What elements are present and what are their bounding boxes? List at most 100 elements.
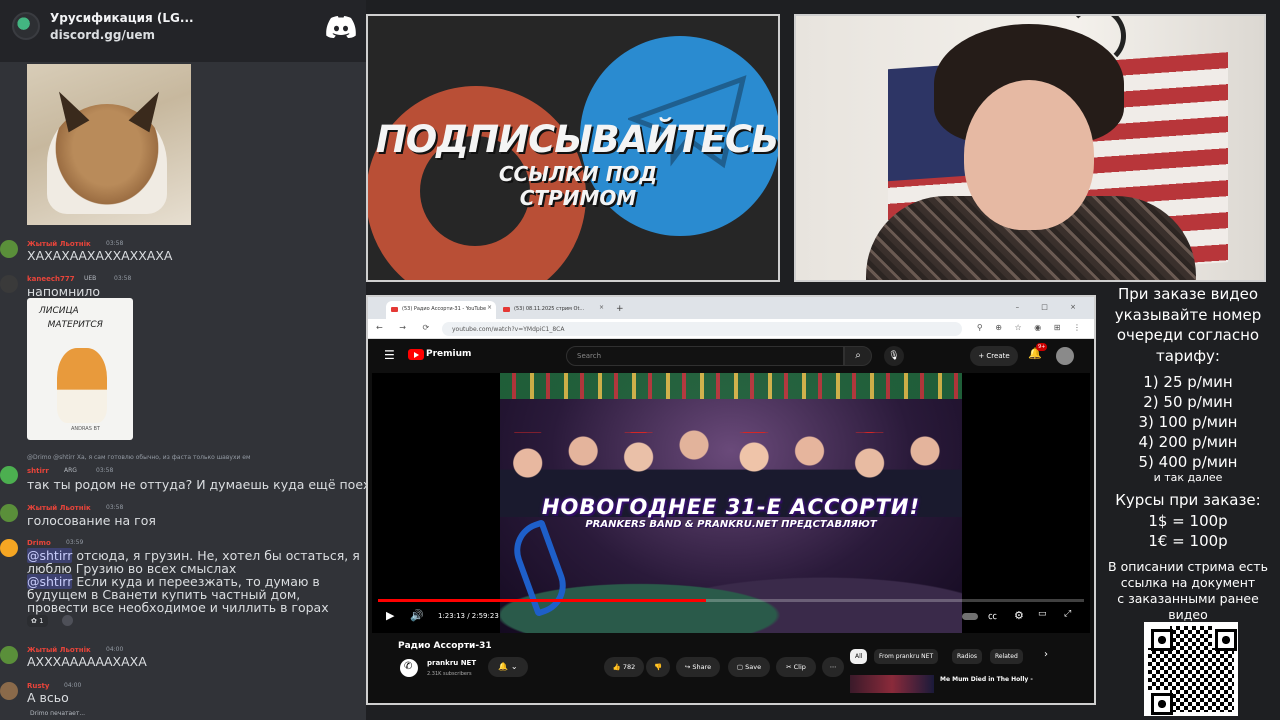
- webcam-feed: [794, 14, 1266, 282]
- reaction[interactable]: ✿ 1: [27, 615, 48, 627]
- autoplay-toggle[interactable]: [962, 613, 978, 620]
- youtube-header: ☰ Premium Search ⌕ 🎙 + Create 🔔 9+: [368, 339, 1094, 373]
- streamer-face: [964, 80, 1094, 230]
- dislike-button[interactable]: 👎: [646, 657, 670, 677]
- tier-item: 1) 25 р/мин: [1143, 373, 1233, 391]
- video-frame: НОВОГОДНЕЕ 31-Е АССОРТИ! PRANKERS BAND &…: [500, 373, 962, 633]
- discord-logo-icon: [326, 16, 356, 38]
- chip-from-channel[interactable]: From prankru NET: [874, 649, 939, 664]
- url-field[interactable]: youtube.com/watch?v=YMdpiC1_8CA: [442, 322, 962, 336]
- garland-decoration: [500, 373, 962, 399]
- close-tab-icon[interactable]: ×: [487, 304, 492, 311]
- subscribe-banner: ПОДПИСЫВАЙТЕСЬ ССЫЛКИ ПОД СТРИМОМ: [366, 14, 780, 282]
- username[interactable]: Жытый Льотнік: [27, 240, 91, 248]
- tier-item: 4) 200 р/мин: [1138, 433, 1238, 451]
- headset-icon: [1066, 16, 1126, 66]
- play-icon[interactable]: ▶: [386, 609, 394, 622]
- settings-gear-icon[interactable]: ⚙: [1014, 609, 1024, 622]
- channel-avatar[interactable]: [400, 659, 418, 677]
- close-tab-icon[interactable]: ×: [599, 304, 604, 311]
- username[interactable]: Жытый Льотнік: [27, 646, 91, 654]
- like-button[interactable]: 👍 782: [604, 657, 644, 677]
- add-reaction-icon[interactable]: [62, 615, 73, 626]
- tab-bar: (53) Радио Ассорти-31 - YouTube × (53) 0…: [368, 297, 1094, 319]
- save-icon: ▢: [736, 663, 746, 671]
- message-text: АХХХААААААХАХА: [27, 654, 147, 669]
- clan-badge: UEB: [84, 275, 97, 282]
- hamburger-menu-icon[interactable]: ☰: [384, 348, 395, 362]
- chip-radios[interactable]: Radios: [952, 649, 982, 664]
- reply-preview[interactable]: @Drimo @shtirr Ха, я сам готовлю обычно,…: [27, 454, 251, 461]
- chip-related[interactable]: Related: [990, 649, 1023, 664]
- notification-count: 9+: [1036, 343, 1048, 351]
- reaction-emoji-icon: ✿: [31, 617, 40, 625]
- video-player[interactable]: НОВОГОДНЕЕ 31-Е АССОРТИ! PRANKERS BAND &…: [372, 373, 1090, 633]
- timestamp: 04:00: [106, 646, 124, 653]
- clan-badge: ARG: [64, 467, 77, 474]
- account-avatar[interactable]: [1056, 347, 1074, 365]
- username[interactable]: Rusty: [27, 682, 49, 690]
- bell-icon: 🔔: [498, 662, 509, 671]
- tab-youtube-video[interactable]: (53) Радио Ассорти-31 - YouTube ×: [386, 301, 496, 319]
- discord-chat-overlay: Урусификация (LG... discord.gg/uem Жытый…: [0, 0, 366, 720]
- more-actions-button[interactable]: ⋯: [822, 657, 844, 677]
- browser-window: (53) Радио Ассорти-31 - YouTube × (53) 0…: [366, 295, 1096, 705]
- caracal-image: [27, 64, 191, 225]
- username[interactable]: kaneech777: [27, 275, 75, 283]
- miniplayer-icon[interactable]: ▭: [1038, 609, 1047, 619]
- tiers-etc: и так далее: [1153, 471, 1223, 484]
- chip-all[interactable]: All: [850, 649, 868, 664]
- address-bar: ← → ⟳ ⌂ youtube.com/watch?v=YMdpiC1_8CA …: [368, 319, 1094, 339]
- progress-bar[interactable]: [378, 599, 1084, 602]
- new-tab-button[interactable]: +: [616, 304, 624, 314]
- video-title: Радио Ассорти-31: [398, 641, 492, 651]
- captions-icon[interactable]: ㏄: [988, 609, 997, 622]
- banner-subline: ССЫЛКИ ПОД СТРИМОМ: [498, 162, 658, 210]
- tab-stream[interactable]: (53) 08.11.2025 стрим Ot... ×: [498, 301, 608, 319]
- message-text: ХАХАХААХАХХАХХАХА: [27, 248, 173, 263]
- username[interactable]: Жытый Льотнік: [27, 504, 91, 512]
- username[interactable]: shtirr: [27, 467, 49, 475]
- subscriber-count: 2.31K subscribers: [427, 671, 472, 677]
- search-input[interactable]: Search: [566, 346, 844, 366]
- clip-button[interactable]: ✂ Clip: [776, 657, 816, 677]
- tier-item: 5) 400 р/мин: [1138, 453, 1238, 471]
- message-text: @shtirr отсюда, я грузин. Не, хотел бы о…: [27, 548, 360, 615]
- timestamp: 03:59: [66, 539, 84, 546]
- exchange-rates: Курсы при заказе: 1$ = 100р 1€ = 100р: [1115, 491, 1261, 550]
- thumbs-up-icon: 👍: [612, 663, 623, 671]
- create-button[interactable]: + Create: [970, 346, 1018, 366]
- avatar: [0, 646, 18, 664]
- thumbs-down-icon: 👎: [653, 663, 663, 671]
- youtube-logo-icon[interactable]: [408, 349, 424, 360]
- channel-name[interactable]: prankru NET: [427, 659, 476, 667]
- fullscreen-icon[interactable]: ⤢: [1064, 609, 1071, 619]
- avatar: [0, 275, 18, 293]
- youtube-brand[interactable]: Premium: [426, 349, 471, 359]
- share-button[interactable]: ↪ Share: [676, 657, 720, 677]
- fox-drawing: [57, 348, 107, 423]
- youtube-favicon-icon: [503, 307, 510, 312]
- thumbnail-title: НОВОГОДНЕЕ 31-Е АССОРТИ!: [541, 495, 921, 519]
- invite-link[interactable]: discord.gg/uem: [50, 28, 155, 42]
- timestamp: 03:58: [106, 240, 124, 247]
- discord-invite-header[interactable]: Урусификация (LG... discord.gg/uem: [0, 0, 366, 62]
- fox-sticker-image: ЛИСИЦА МАТЕРИТСЯ ANDRAS BT: [27, 298, 133, 440]
- microphone-icon[interactable]: 🎙: [884, 346, 904, 366]
- order-instructions: При заказе видео указывайте номер очереди …: [1114, 285, 1262, 365]
- price-tiers: 1) 25 р/мин 2) 50 р/мин 3) 100 р/мин 4) …: [1096, 372, 1280, 472]
- next-video-thumbnail[interactable]: [850, 675, 934, 693]
- window-controls[interactable]: – □ ×: [1016, 303, 1086, 311]
- username[interactable]: Drimo: [27, 539, 51, 547]
- chevron-right-icon[interactable]: ›: [1044, 649, 1048, 660]
- next-video-title[interactable]: Me Mum Died in The Holly -: [940, 676, 1033, 683]
- search-icon[interactable]: ⌕: [844, 346, 872, 366]
- volume-icon[interactable]: 🔊: [410, 609, 424, 622]
- save-button[interactable]: ▢ Save: [728, 657, 770, 677]
- extension-icons[interactable]: ⚲ ⊕ ☆ ◉ ⊞ ⋮: [977, 323, 1086, 332]
- timestamp: 03:58: [96, 467, 114, 474]
- typing-indicator: Drimo печатает...: [30, 710, 86, 717]
- subscription-bell-button[interactable]: 🔔 ⌄: [488, 657, 528, 677]
- qr-code[interactable]: [1144, 622, 1238, 716]
- timestamp: 04:00: [64, 682, 82, 689]
